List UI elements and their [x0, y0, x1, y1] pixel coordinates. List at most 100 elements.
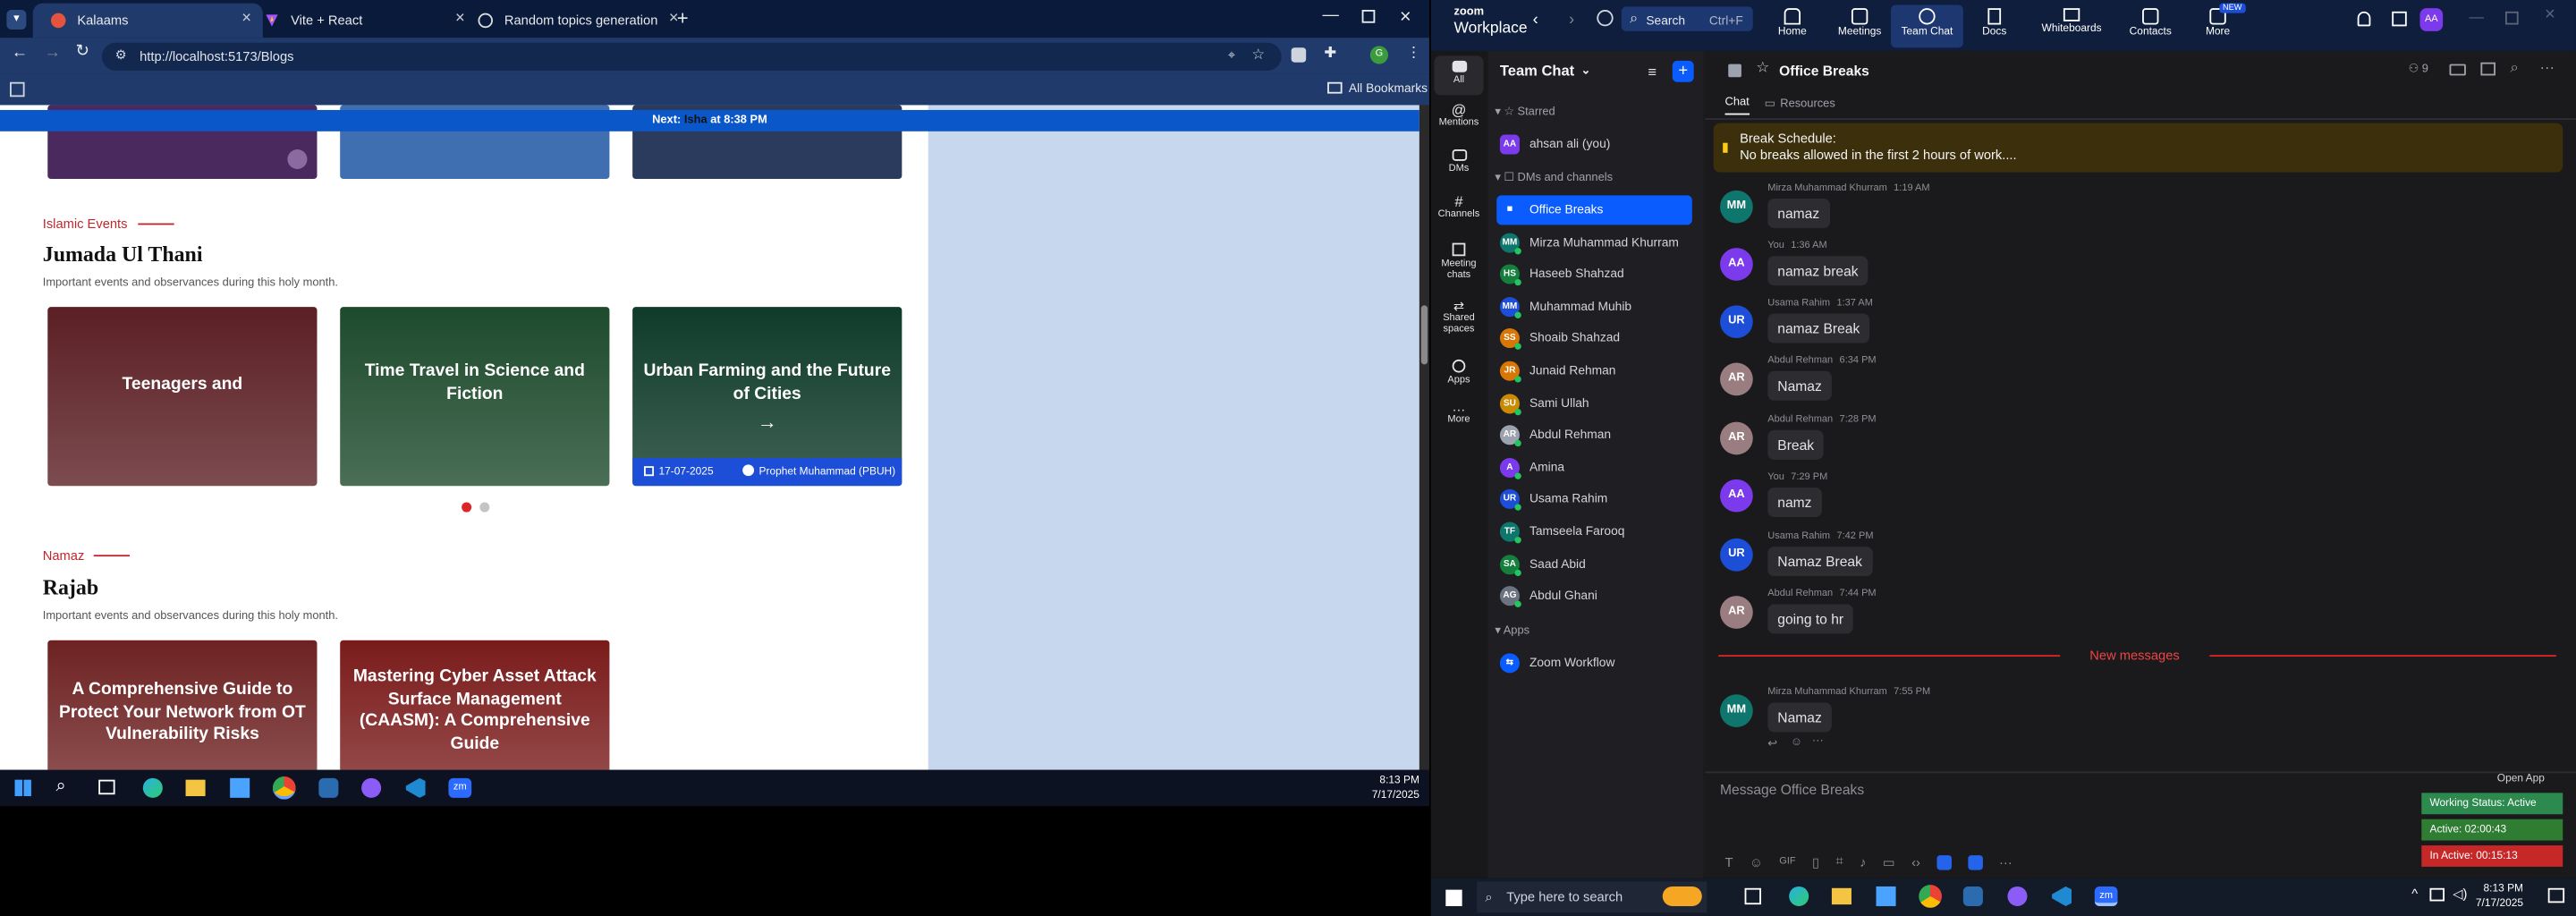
message-avatar[interactable]: AA — [1720, 479, 1753, 513]
rail-channels[interactable]: # Channels — [1431, 194, 1487, 220]
nav-more[interactable]: NEW More — [2182, 3, 2254, 48]
vscode-icon[interactable] — [405, 777, 426, 798]
message-author[interactable]: Abdul Rehman — [1767, 415, 1833, 425]
tab-kalaams[interactable]: Kalaams × — [32, 3, 263, 38]
nav-docs[interactable]: Docs — [1958, 5, 2030, 48]
minimize-button[interactable]: — — [1323, 6, 1339, 24]
edge-icon[interactable] — [142, 777, 163, 798]
new-tab-button[interactable]: + — [677, 6, 689, 30]
github-icon[interactable] — [361, 777, 382, 798]
rail-meeting-chats[interactable]: Meeting chats — [1431, 242, 1487, 283]
file-explorer-icon[interactable] — [1831, 887, 1852, 905]
arrow-right-icon[interactable]: → — [758, 411, 777, 434]
apps-header[interactable]: ▾ Apps — [1495, 623, 1530, 637]
message-avatar[interactable]: MM — [1720, 694, 1753, 727]
scrollbar-thumb[interactable] — [1420, 305, 1428, 365]
profile-avatar[interactable]: G — [1369, 46, 1389, 64]
message-author[interactable]: Mirza Muhammad Khurram — [1767, 184, 1887, 194]
zoom-maximize[interactable] — [2504, 11, 2519, 25]
app-icon[interactable] — [318, 777, 339, 798]
video-icon[interactable] — [2449, 64, 2466, 76]
taskbar-clock[interactable]: 8:13 PM 7/17/2025 — [1372, 773, 1419, 802]
message-avatar[interactable]: AR — [1720, 362, 1753, 396]
tab-resources[interactable]: ▭ Resources — [1765, 97, 1835, 110]
close-window-button[interactable]: × — [1400, 5, 1411, 29]
message-text[interactable]: namaz break — [1767, 256, 1868, 286]
message-text[interactable]: going to hr — [1767, 604, 1854, 634]
message-text[interactable]: Namaz Break — [1767, 547, 1872, 577]
maximize-button[interactable] — [1361, 10, 1376, 23]
chat-item[interactable]: SU Sami Ullah — [1496, 388, 1692, 418]
location-icon[interactable]: ⌖ — [1228, 47, 1235, 64]
video-message-icon[interactable]: ▭ — [1883, 854, 1895, 869]
message-text[interactable]: Namaz — [1767, 370, 1832, 401]
windows-start-icon[interactable] — [14, 779, 31, 797]
back-nav-icon[interactable]: ‹ — [1533, 12, 1538, 30]
rail-shared-spaces[interactable]: ⇄ Shared spaces — [1431, 299, 1487, 336]
forward-nav-icon[interactable]: › — [1569, 12, 1574, 30]
nav-whiteboards[interactable]: Whiteboards — [2036, 5, 2108, 48]
nav-meetings[interactable]: Meetings — [1824, 5, 1896, 48]
search-icon[interactable]: ⌕ — [55, 776, 65, 798]
more-options-icon[interactable]: ··· — [2540, 59, 2555, 75]
zoom-close[interactable]: × — [2545, 5, 2555, 25]
rail-more[interactable]: ··· More — [1431, 403, 1487, 426]
dms-header[interactable]: ▾ ☐ DMs and channels — [1495, 171, 1613, 184]
message-text[interactable]: Break — [1767, 429, 1825, 460]
vscode-icon[interactable] — [2052, 886, 2072, 906]
message-text[interactable]: namaz — [1767, 199, 1830, 229]
message-avatar[interactable]: AA — [1720, 248, 1753, 281]
edge-icon[interactable] — [1789, 886, 1809, 906]
nav-home[interactable]: Home — [1756, 5, 1828, 48]
menu-kebab-icon[interactable]: ⋮ — [1406, 45, 1421, 63]
github-icon[interactable] — [2007, 886, 2028, 906]
tab-search-icon[interactable]: ▾ — [6, 10, 27, 30]
open-app-link[interactable]: Open App — [2497, 773, 2545, 785]
network-icon[interactable] — [2429, 887, 2445, 902]
rail-apps[interactable]: Apps — [1431, 358, 1487, 386]
blog-card[interactable]: Mastering Cyber Asset Attack Surface Man… — [340, 640, 610, 770]
tab-vite-react[interactable]: Vite + React × — [247, 4, 477, 38]
message-author[interactable]: Abdul Rehman — [1767, 589, 1833, 599]
message-text[interactable]: namz — [1767, 488, 1822, 518]
message-avatar[interactable]: MM — [1720, 190, 1753, 224]
chat-item[interactable]: UR Usama Rahim — [1496, 485, 1692, 514]
site-info-icon[interactable]: ⚙ — [115, 47, 127, 63]
chat-item[interactable]: AR Abdul Rehman — [1496, 420, 1692, 450]
rail-all[interactable]: All — [1434, 55, 1484, 96]
blog-card[interactable]: Time Travel in Science and Fiction — [340, 307, 610, 487]
more-tools-icon[interactable]: ··· — [1999, 854, 2012, 869]
integration-icon-2[interactable] — [1968, 854, 1983, 869]
carousel-dot-active[interactable] — [462, 502, 472, 513]
chat-item[interactable]: MM Muhammad Muhib — [1496, 292, 1692, 321]
chat-item[interactable]: HS Haseeb Shahzad — [1496, 259, 1692, 289]
chat-item-active-channel[interactable]: ■ Office Breaks — [1496, 195, 1692, 225]
audio-icon[interactable]: ♪ — [1860, 854, 1866, 869]
volume-icon[interactable]: ◁) — [2453, 886, 2467, 902]
file-explorer-icon[interactable] — [185, 779, 206, 797]
zoom-taskbar-icon[interactable]: zm — [2094, 886, 2118, 906]
nav-team-chat[interactable]: Team Chat — [1891, 4, 1963, 48]
back-icon[interactable]: ← — [12, 45, 28, 63]
chat-item[interactable]: TF Tamseela Farooq — [1496, 517, 1692, 547]
apps-panel-icon[interactable] — [2392, 11, 2407, 27]
chat-item[interactable]: SA Saad Abid — [1496, 549, 1692, 579]
emoji-icon[interactable]: ☺ — [1750, 854, 1763, 869]
code-snippet-icon[interactable]: ‹› — [1911, 854, 1920, 869]
message-avatar[interactable]: UR — [1720, 538, 1753, 572]
screenshot-icon[interactable]: ⌗ — [1835, 853, 1843, 869]
team-chat-header[interactable]: Team Chat ⌄ — [1500, 63, 1590, 79]
zoom-minimize[interactable]: — — [2470, 8, 2485, 24]
calendar-icon[interactable] — [2480, 62, 2496, 76]
rail-dms[interactable]: DMs — [1431, 148, 1487, 174]
notifications-bell-icon[interactable] — [2357, 11, 2371, 27]
message-author[interactable]: Usama Rahim — [1767, 299, 1830, 309]
message-text[interactable]: namaz Break — [1767, 313, 1870, 344]
tab-chat[interactable]: Chat — [1724, 97, 1750, 115]
app-icon[interactable] — [1962, 886, 1983, 906]
taskbar-search-box[interactable]: ⌕ Type here to search — [1477, 881, 1707, 913]
puzzle-extensions-icon[interactable]: ✚ — [1324, 45, 1336, 63]
attach-file-icon[interactable]: ▯ — [1812, 854, 1819, 869]
rail-mentions[interactable]: @ Mentions — [1431, 102, 1487, 128]
pinned-message[interactable]: ▮ Break Schedule: No breaks allowed in t… — [1713, 123, 2563, 173]
